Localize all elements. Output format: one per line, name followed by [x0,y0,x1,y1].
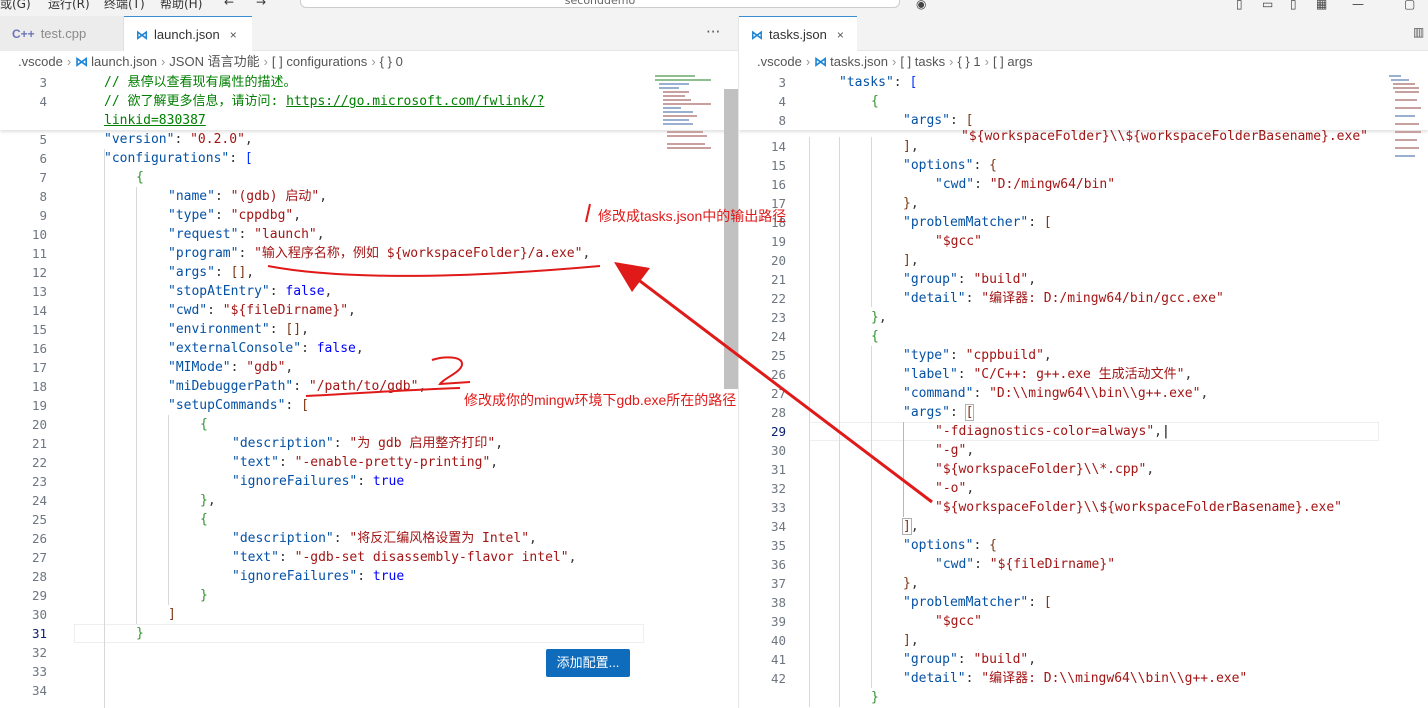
vscode-json-icon: ⋈ [751,28,763,42]
toggle-panel-icon[interactable]: ▭ [1262,0,1273,11]
breadcrumb: .vscode › ⋈ tasks.json ›[ ] tasks ›{ } 1 ›[ ] … [757,54,1033,69]
tab-label: launch.json [154,27,220,42]
toggle-secondary-sidebar-icon[interactable]: ▯ [1290,0,1297,11]
indent-guide [871,346,872,688]
restore-icon[interactable]: ▢ [1404,0,1415,11]
breadcrumb: .vscode › ⋈ launch.json › JSON 语言功能 ›[ ] confi… [18,54,403,69]
tab-tasks-json[interactable]: ⋈ tasks.json × [739,16,857,51]
close-icon[interactable]: × [230,18,237,53]
tab-label: tasks.json [769,27,827,42]
menu-bar: 或(G) 运行(R) 终端(T) 帮助(H) ← → seconddemo ◉ … [0,0,1428,16]
annotation-text-1: 修改成tasks.json中的输出路径 [598,208,787,224]
breadcrumb-item[interactable]: { } 0 [380,54,403,69]
tab-test-cpp[interactable]: C++ test.cpp [0,16,124,51]
menu-item-go[interactable]: 或(G) [0,0,31,12]
breadcrumb-item[interactable]: [ ] args [993,54,1033,69]
tab-bar-right: ⋈ tasks.json × ▥ [739,16,1428,51]
breadcrumb-item[interactable]: { } 1 [957,54,980,69]
vscode-json-icon: ⋈ [814,54,828,69]
menu-item-help[interactable]: 帮助(H) [160,0,202,12]
sticky-scroll[interactable]: 3// 悬停以查看现有属性的描述。 4// 欲了解更多信息，请访问: https… [0,73,738,130]
menu-item-run[interactable]: 运行(R) [48,0,90,12]
editor-group-left: C++ test.cpp ⋈ launch.json × ··· .vscode › ⋈ l… [0,16,738,708]
current-line-highlight [74,624,644,643]
breadcrumb-item[interactable]: .vscode [757,54,802,69]
more-actions-icon[interactable]: ··· [706,16,720,49]
indent-guide [136,187,137,624]
vertical-scrollbar[interactable] [724,89,738,389]
tab-bar-left: C++ test.cpp ⋈ launch.json × ··· [0,16,738,51]
copilot-icon[interactable]: ◉ [916,0,926,11]
cpp-file-icon: C++ [12,27,35,41]
breadcrumb-item[interactable]: [ ] configurations [272,54,367,69]
nav-forward-icon[interactable]: → [256,0,266,9]
add-configuration-button[interactable]: 添加配置... [546,649,630,677]
indent-guide [871,137,872,307]
annotation-text-2: 修改成你的mingw环境下gdb.exe所在的路径 [464,392,737,408]
close-icon[interactable]: × [837,18,844,53]
split-editor-icon[interactable]: ▥ [1413,16,1424,49]
breadcrumb-item[interactable]: launch.json [91,54,157,69]
code-editor-tasks-json[interactable]: "${workspaceFolder}\\${workspaceFolderBa… [739,73,1428,708]
editor-group-right: ⋈ tasks.json × ▥ .vscode › ⋈ tasks.json ›[ ] t… [738,16,1428,708]
indent-guide-active [903,422,904,517]
indent-guide [168,415,169,605]
minimize-icon[interactable]: — [1352,0,1364,11]
vscode-json-icon: ⋈ [75,54,89,69]
breadcrumb-item[interactable]: [ ] tasks [900,54,945,69]
customize-layout-icon[interactable]: ▦ [1316,0,1327,11]
tab-launch-json[interactable]: ⋈ launch.json × [124,16,252,51]
indent-guide [839,137,840,707]
sticky-scroll[interactable]: 3 "tasks": [ 4{ 8 "args": [ [739,73,1428,130]
breadcrumb-item[interactable]: JSON 语言功能 [169,54,259,69]
minimap[interactable] [1389,73,1428,165]
breadcrumb-item[interactable]: .vscode [18,54,63,69]
tab-label: test.cpp [40,26,87,41]
minimap[interactable] [655,73,723,165]
indent-guide [104,149,105,708]
command-center[interactable]: seconddemo [300,0,900,8]
breadcrumb-item[interactable]: tasks.json [830,54,888,69]
menu-item-terminal[interactable]: 终端(T) [104,0,145,12]
vscode-json-icon: ⋈ [136,28,148,42]
indent-guide [809,137,810,707]
nav-back-icon[interactable]: ← [224,0,234,9]
toggle-primary-sidebar-icon[interactable]: ▯ [1236,0,1243,11]
